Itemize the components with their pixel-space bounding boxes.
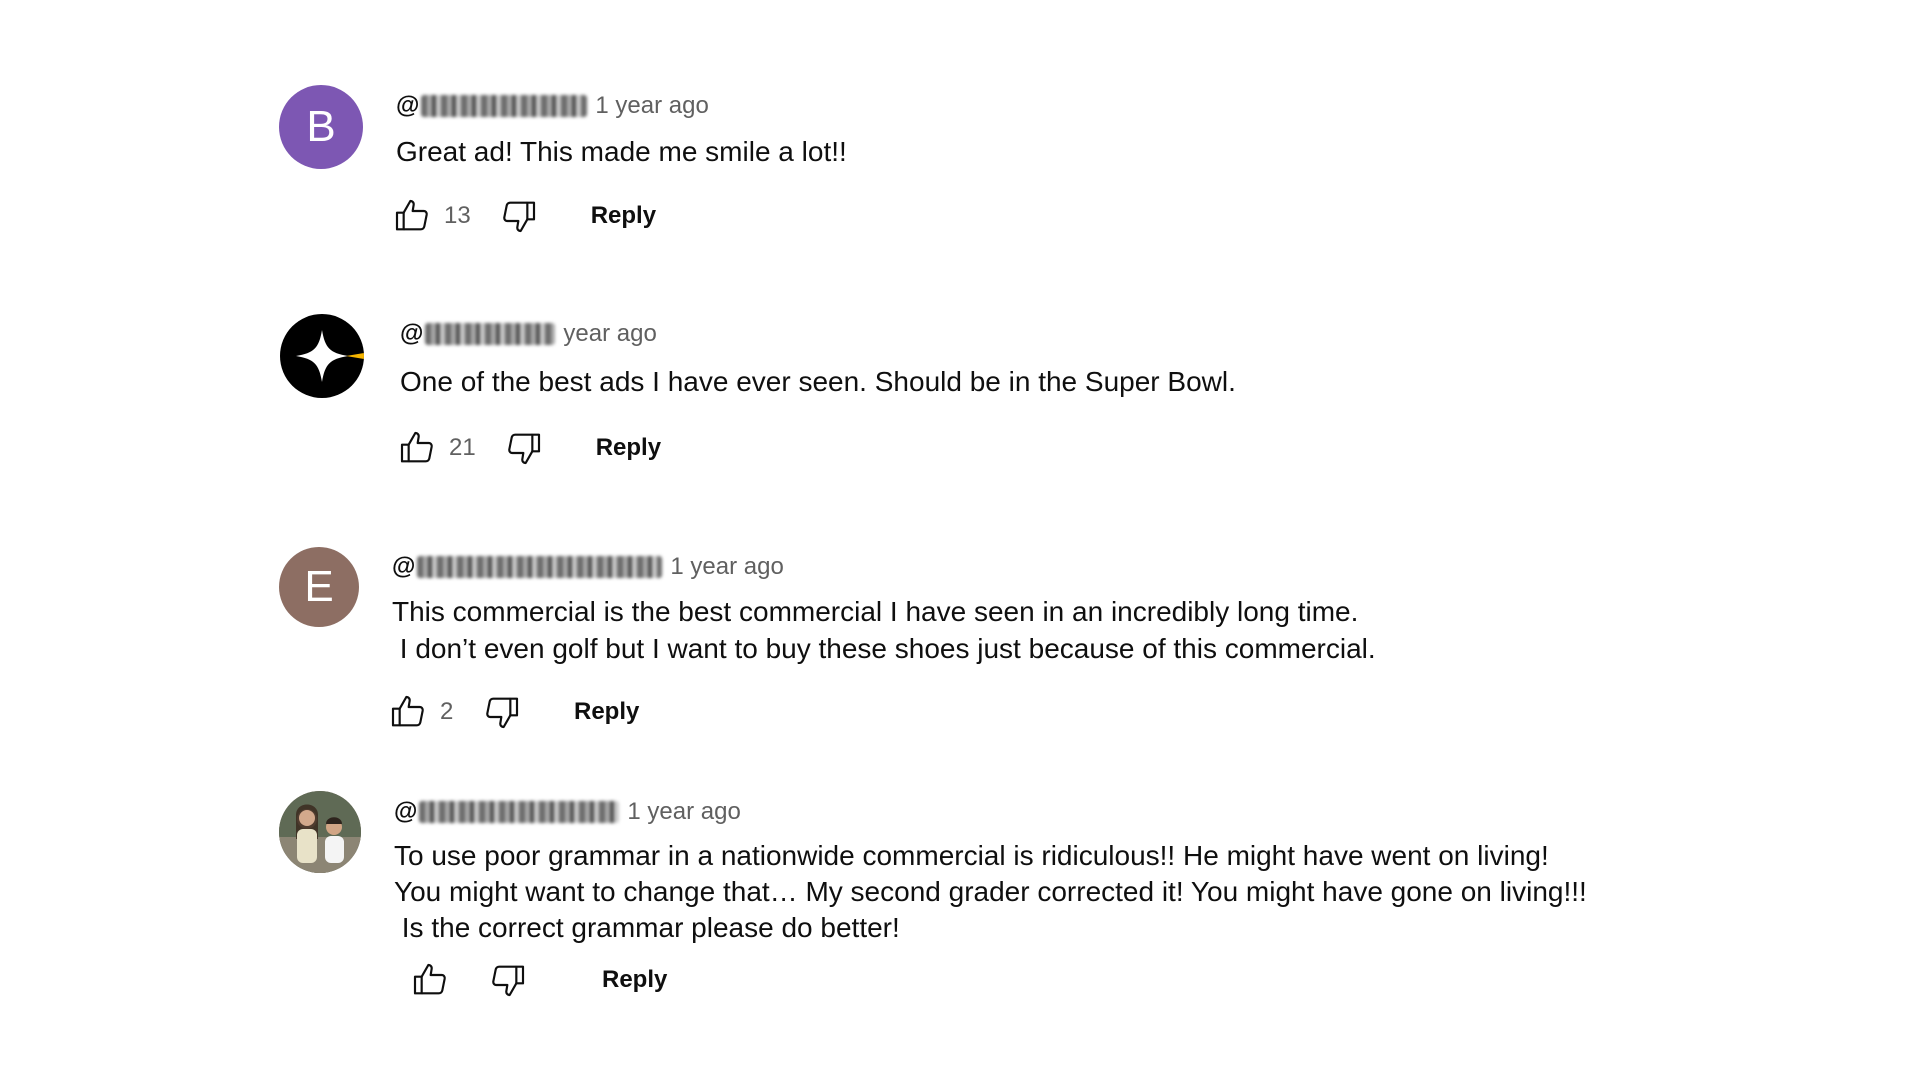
handle-prefix: @ [394, 798, 418, 825]
channel-handle[interactable] [421, 95, 588, 117]
avatar[interactable] [279, 791, 361, 873]
like-button[interactable] [395, 426, 439, 470]
avatar[interactable]: B [279, 85, 363, 169]
like-button[interactable] [386, 690, 430, 734]
comment-text: This commercial is the best commercial I… [392, 596, 1376, 664]
thumbs-down-icon [486, 697, 519, 729]
thumbs-up-icon [400, 431, 433, 463]
channel-handle[interactable] [419, 801, 620, 823]
handle-prefix: @ [400, 320, 424, 347]
thumbs-down-icon [492, 965, 525, 997]
comment-actions: 2 Reply [386, 690, 639, 734]
handle-prefix: @ [396, 92, 420, 119]
like-count: 21 [449, 434, 476, 461]
comment-text: One of the best ads I have ever seen. Sh… [400, 366, 1236, 397]
comment-text: Great ad! This made me smile a lot!! [396, 136, 847, 167]
channel-handle[interactable] [417, 556, 663, 578]
thumbs-down-icon [502, 201, 535, 233]
profile-photo-icon [279, 791, 361, 873]
comment-timestamp[interactable]: 1 year ago [670, 553, 783, 581]
dislike-button[interactable] [497, 194, 541, 238]
comment-timestamp[interactable]: year ago [563, 320, 656, 348]
reply-button[interactable]: Reply [602, 966, 667, 994]
reply-button[interactable]: Reply [591, 202, 656, 230]
thumbs-up-icon [413, 963, 446, 995]
reply-button[interactable]: Reply [574, 698, 639, 726]
comment-header: @ year ago [400, 320, 657, 348]
thumbs-down-icon [507, 433, 540, 465]
comment-actions: 21 Reply [395, 426, 661, 470]
comment-actions: Reply [408, 958, 667, 1002]
comment-timestamp[interactable]: 1 year ago [595, 92, 708, 120]
comment-header: @ 1 year ago [396, 92, 709, 120]
avatar-letter: B [306, 102, 336, 151]
avatar-letter: E [304, 562, 334, 611]
comments-thread: B @ 1 year ago Great ad! This made me sm… [0, 0, 1920, 1080]
avatar[interactable] [280, 314, 364, 398]
like-count: 2 [440, 698, 454, 725]
reply-button[interactable]: Reply [596, 434, 661, 462]
comment-actions: 13 Reply [390, 194, 656, 238]
comment-header: @ 1 year ago [394, 798, 741, 826]
dislike-button[interactable] [486, 958, 530, 1002]
thumbs-up-icon [395, 199, 428, 231]
avatar[interactable]: E [279, 547, 359, 627]
like-count: 13 [444, 202, 471, 229]
thumbs-up-icon [391, 695, 424, 727]
dislike-button[interactable] [502, 426, 546, 470]
channel-handle[interactable] [425, 323, 556, 345]
sparkle-icon [296, 330, 364, 382]
handle-prefix: @ [392, 553, 416, 580]
like-button[interactable] [408, 958, 452, 1002]
dislike-button[interactable] [480, 690, 524, 734]
comment-timestamp[interactable]: 1 year ago [627, 798, 740, 826]
comment-header: @ 1 year ago [392, 553, 784, 581]
like-button[interactable] [390, 194, 434, 238]
comment-text: To use poor grammar in a nationwide comm… [394, 840, 1587, 943]
